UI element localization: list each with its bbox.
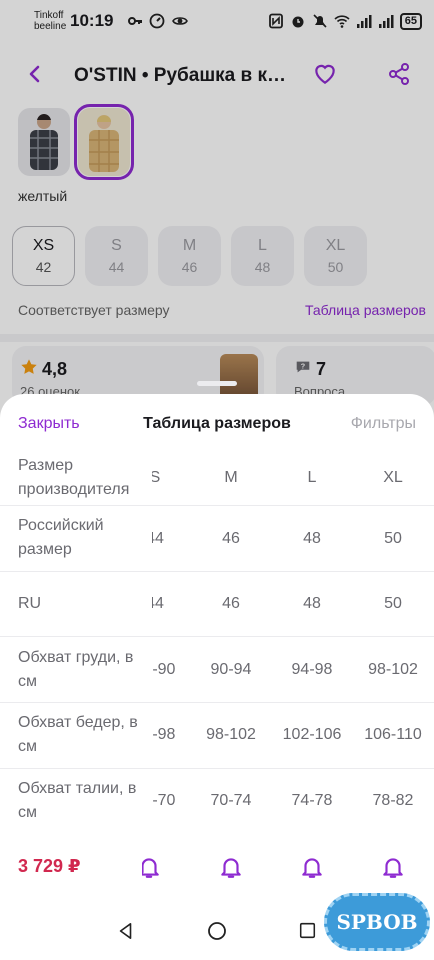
price-row: 3 729 ₽ — [0, 842, 434, 900]
table-cell: L — [307, 469, 317, 486]
table-cell: 98-102 — [368, 661, 418, 678]
notify-button-xl[interactable] — [379, 854, 407, 884]
price-label: 3 729 ₽ — [18, 856, 81, 876]
triangle-back-icon — [117, 922, 135, 945]
table-row: Обхват талии, в см 66-70 70-74 74-78 78-… — [0, 769, 434, 835]
nav-recents-button[interactable] — [294, 920, 320, 946]
table-cell: 50 — [384, 530, 402, 547]
table-row: Российский размер 44 46 48 50 — [0, 506, 434, 572]
bell-icon — [380, 853, 406, 886]
table-cell: 102-106 — [282, 726, 342, 743]
circle-home-icon — [207, 921, 227, 946]
close-button[interactable]: Закрыть — [18, 415, 80, 433]
square-recents-icon — [299, 922, 316, 944]
row-label: Обхват груди, в см — [18, 649, 134, 690]
row-label: Обхват бедер, в см — [18, 714, 138, 755]
table-cell: 90-94 — [210, 661, 252, 678]
nav-home-button[interactable] — [204, 920, 230, 946]
bell-icon — [218, 853, 244, 886]
table-cell: M — [224, 469, 238, 486]
notify-button-s[interactable] — [142, 854, 162, 884]
bell-icon — [299, 853, 325, 886]
size-table: Размер производителя S M L XL Российский… — [0, 446, 434, 835]
table-cell: 98-102 — [206, 726, 256, 743]
table-cell: 48 — [303, 595, 321, 612]
row-label: Размер производителя — [18, 457, 130, 498]
filters-button[interactable]: Фильтры — [351, 415, 416, 433]
row-label: Российский размер — [18, 517, 104, 558]
table-cell: 50 — [384, 595, 402, 612]
table-row: Обхват груди, в см 86-90 90-94 94-98 98-… — [0, 637, 434, 703]
watermark-logo: SPBOB — [324, 893, 430, 951]
table-cell: 46 — [222, 595, 240, 612]
notify-button-m[interactable] — [217, 854, 245, 884]
row-label: Обхват талии, в см — [18, 780, 137, 821]
table-cell: XL — [383, 469, 403, 486]
nav-back-button[interactable] — [113, 920, 139, 946]
table-cell: 48 — [303, 530, 321, 547]
table-cell: 94-98 — [291, 661, 333, 678]
table-cell: 106-110 — [364, 726, 422, 743]
table-cell: 78-82 — [372, 792, 414, 809]
size-table-sheet: Закрыть Таблица размеров Фильтры Размер … — [0, 394, 434, 960]
notify-button-l[interactable] — [298, 854, 326, 884]
table-cell: 74-78 — [291, 792, 333, 809]
bell-icon — [142, 854, 162, 884]
table-cell: 70-74 — [210, 792, 252, 809]
table-cell: 46 — [222, 530, 240, 547]
table-row: Размер производителя S M L XL — [0, 446, 434, 506]
sheet-header: Закрыть Таблица размеров Фильтры — [0, 394, 434, 454]
row-label: RU — [18, 595, 42, 612]
table-row: RU 44 46 48 50 — [0, 572, 434, 637]
sheet-drag-handle[interactable] — [197, 381, 237, 386]
table-row: Обхват бедер, в см 94-98 98-102 102-106 … — [0, 703, 434, 769]
